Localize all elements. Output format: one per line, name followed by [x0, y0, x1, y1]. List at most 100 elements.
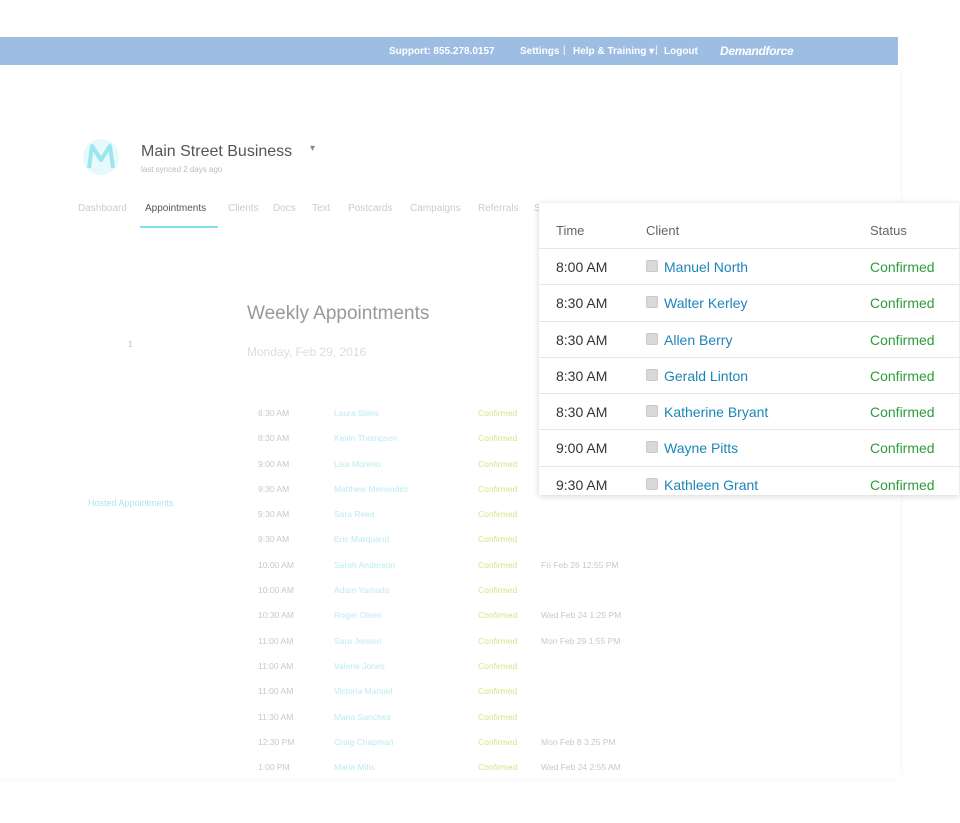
- appointment-time: 8:30 AM: [258, 433, 290, 444]
- client-link[interactable]: Maria Mills: [334, 762, 375, 772]
- table-row: 9:30 AM Sara Reed Confirmed: [258, 509, 658, 534]
- chevron-down-icon[interactable]: ▾: [310, 143, 315, 154]
- sidebar-faint-text: · · · · · · · · · · · · · · · · · ·: [95, 292, 230, 298]
- appointment-time: 11:30 AM: [258, 711, 294, 722]
- appointment-time: 10:00 AM: [258, 559, 294, 570]
- client-link[interactable]: Craig Chapman: [334, 737, 394, 747]
- tab-referrals[interactable]: Referrals: [478, 203, 519, 214]
- status-text: Confirmed: [870, 404, 935, 421]
- status-text: Confirmed: [478, 585, 518, 596]
- note-text: Wed Feb 24 2:55 AM: [541, 762, 621, 773]
- date-heading: Monday, Feb 29, 2016: [247, 345, 367, 359]
- appointment-time: 8:30 AM: [556, 404, 608, 421]
- table-row: 9:30 AM Eric Marquand Confirmed: [258, 534, 658, 559]
- row-checkbox[interactable]: [646, 296, 658, 309]
- status-text: Confirmed: [478, 686, 518, 697]
- tab-appointments[interactable]: Appointments: [145, 203, 206, 214]
- client-link[interactable]: Allen Berry: [664, 332, 732, 348]
- status-text: Confirmed: [478, 559, 518, 570]
- status-text: Confirmed: [870, 295, 935, 312]
- panel-header: Time Client Status: [539, 203, 959, 249]
- appointment-time: 9:30 AM: [258, 534, 290, 545]
- business-name[interactable]: Main Street Business: [141, 143, 292, 161]
- status-text: Confirmed: [870, 440, 935, 457]
- settings-link[interactable]: Settings: [520, 46, 559, 57]
- table-row: 11:30 AM Maria Sanchez Confirmed: [258, 712, 658, 737]
- appointment-time: 11:00 AM: [258, 660, 294, 671]
- appointment-time: 10:00 AM: [258, 585, 294, 596]
- tab-text[interactable]: Text: [312, 203, 330, 214]
- client-link[interactable]: Lisa Moreno: [334, 459, 381, 469]
- row-checkbox[interactable]: [646, 260, 658, 272]
- separator: |: [655, 45, 658, 56]
- appointment-time: 8:30 AM: [556, 367, 608, 384]
- logout-link[interactable]: Logout: [664, 46, 698, 57]
- client-link[interactable]: Sara Jensen: [334, 636, 382, 646]
- status-text: Confirmed: [478, 408, 518, 418]
- row-checkbox[interactable]: [646, 405, 658, 418]
- note-text: Mon Feb 8 3:25 PM: [541, 736, 616, 747]
- appointment-time: 9:30 AM: [258, 509, 290, 520]
- client-link[interactable]: Kathleen Grant: [664, 477, 758, 493]
- client-link[interactable]: Kevin Thompson: [334, 433, 398, 443]
- tab-docs[interactable]: Docs: [273, 203, 296, 214]
- tab-campaigns[interactable]: Campaigns: [410, 203, 461, 214]
- client-link[interactable]: Sarah Anderson: [334, 560, 395, 570]
- sidebar-count: 1: [128, 340, 133, 349]
- client-link[interactable]: Victoria Manuel: [334, 686, 392, 696]
- table-row: 8:30 AM Walter Kerley Confirmed: [539, 285, 959, 322]
- appointment-time: 1:00 PM: [258, 762, 290, 773]
- status-text: Confirmed: [870, 476, 935, 493]
- table-row: 1:00 PM Maria Mills Confirmed Wed Feb 24 2:…: [258, 762, 658, 787]
- last-synced-text: last synced 2 days ago: [141, 165, 223, 174]
- client-link[interactable]: Maria Sanchez: [334, 712, 391, 722]
- client-link[interactable]: Manuel North: [664, 259, 748, 275]
- table-row: 10:00 AM Sarah Anderson Confirmed Fri Feb 2…: [258, 560, 658, 585]
- table-row: 11:00 AM Victoria Manuel Confirmed: [258, 686, 658, 711]
- tab-clients[interactable]: Clients: [228, 203, 259, 214]
- client-link[interactable]: Laura Stiles: [334, 408, 379, 418]
- client-link[interactable]: Wayne Pitts: [664, 440, 738, 456]
- active-tab-indicator: [140, 226, 218, 228]
- status-text: Confirmed: [870, 259, 935, 275]
- row-checkbox[interactable]: [646, 441, 658, 454]
- table-row: 12:30 PM Craig Chapman Confirmed Mon Feb 8 …: [258, 737, 658, 762]
- client-link[interactable]: Katherine Bryant: [664, 404, 768, 420]
- client-link[interactable]: Gerald Linton: [664, 368, 748, 384]
- appointment-time: 11:00 AM: [258, 635, 294, 646]
- status-text: Confirmed: [478, 660, 518, 671]
- client-link[interactable]: Adam Yamada: [334, 585, 389, 595]
- status-text: Confirmed: [478, 483, 518, 494]
- row-checkbox[interactable]: [646, 368, 658, 381]
- appointment-time: 9:00 AM: [556, 440, 608, 457]
- table-row: 8:30 AM Gerald Linton Confirmed: [539, 358, 959, 395]
- client-link[interactable]: Matthew Menendez: [334, 484, 408, 494]
- client-link[interactable]: Roger Olsen: [334, 610, 382, 620]
- help-training-menu[interactable]: Help & Training ▾: [573, 46, 654, 57]
- column-header-status: Status: [870, 223, 907, 238]
- status-text: Confirmed: [478, 610, 518, 621]
- table-row: 8:30 AM Allen Berry Confirmed: [539, 322, 959, 358]
- client-link[interactable]: Sara Reed: [334, 509, 375, 519]
- client-link[interactable]: Eric Marquand: [334, 534, 389, 544]
- appointment-time: 9:00 AM: [258, 458, 290, 469]
- appointment-time: 10:30 AM: [258, 610, 294, 621]
- tab-postcards[interactable]: Postcards: [348, 203, 392, 214]
- row-checkbox[interactable]: [646, 332, 658, 345]
- client-link[interactable]: Walter Kerley: [664, 295, 748, 311]
- table-row: 10:30 AM Roger Olsen Confirmed Wed Feb 24 1…: [258, 610, 658, 635]
- status-text: Confirmed: [478, 509, 518, 520]
- table-row: 11:00 AM Sara Jensen Confirmed Mon Feb 29 1…: [258, 636, 658, 661]
- status-text: Confirmed: [478, 433, 518, 444]
- row-checkbox[interactable]: [646, 477, 658, 490]
- hosted-appointments-link[interactable]: Hosted Appointments: [88, 498, 174, 508]
- demandforce-logo: Demandforce: [720, 44, 794, 58]
- column-header-client: Client: [646, 223, 680, 238]
- business-logo-icon: [83, 139, 119, 175]
- tab-dashboard[interactable]: Dashboard: [78, 203, 127, 214]
- note-text: Mon Feb 29 1:55 PM: [541, 635, 621, 646]
- appointment-time: 8:00 AM: [556, 259, 608, 275]
- appointment-time: 8:30 AM: [556, 331, 608, 348]
- page-title: Weekly Appointments: [247, 303, 430, 324]
- client-link[interactable]: Valerie Jones: [334, 661, 385, 671]
